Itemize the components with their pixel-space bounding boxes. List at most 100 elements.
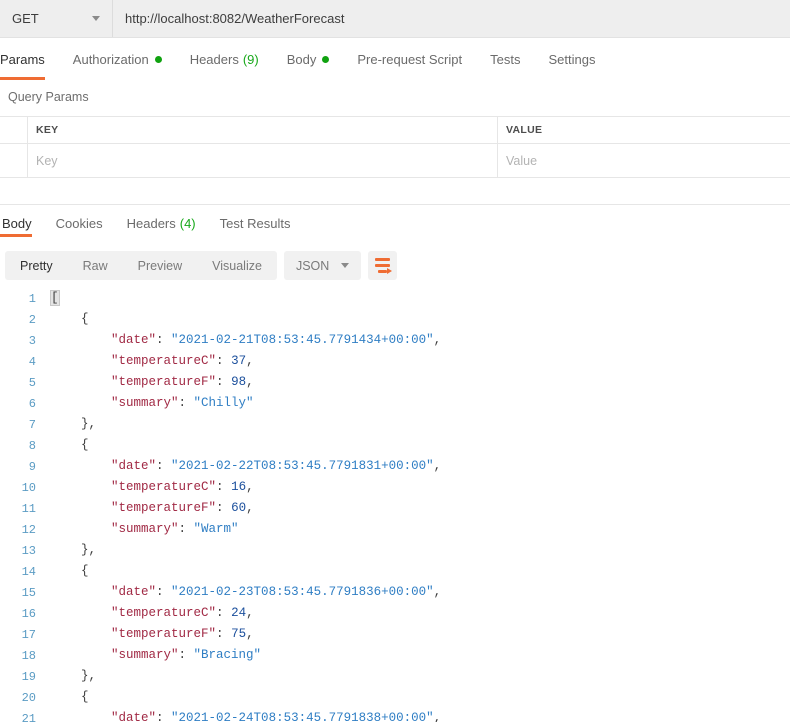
code-token [51,375,111,389]
code-content[interactable]: { [38,435,89,456]
response-tab-body[interactable]: Body [0,209,44,237]
code-content[interactable]: "date": "2021-02-23T08:53:45.7791836+00:… [38,582,441,603]
column-header-key: KEY [28,117,498,143]
code-content[interactable]: "date": "2021-02-21T08:53:45.7791434+00:… [38,330,441,351]
query-params-title: Query Params [8,90,89,104]
code-token: : [156,711,171,722]
tab-label: Params [0,52,45,67]
code-token: : [179,648,194,662]
response-view-group: PrettyRawPreviewVisualize [5,251,277,280]
code-content[interactable]: "summary": "Warm" [38,519,239,540]
tab-label: Settings [548,52,595,67]
response-format-toolbar: PrettyRawPreviewVisualize JSON [5,251,397,280]
response-view-visualize[interactable]: Visualize [197,251,277,280]
code-content[interactable]: }, [38,540,96,561]
code-line: 10 "temperatureC": 16, [0,477,790,498]
code-content[interactable]: "date": "2021-02-24T08:53:45.7791838+00:… [38,708,441,722]
column-header-value: VALUE [498,117,790,143]
code-token: "temperatureF" [111,627,216,641]
request-tab-authorization[interactable]: Authorization [59,39,176,80]
code-token [51,459,111,473]
table-header-row: KEY VALUE [0,117,790,144]
tab-label: Pre-request Script [357,52,462,67]
code-content[interactable]: "temperatureF": 98, [38,372,254,393]
request-tab-tests[interactable]: Tests [476,39,534,80]
code-content[interactable]: { [38,561,89,582]
code-line: 17 "temperatureF": 75, [0,624,790,645]
request-tab-pre-request-script[interactable]: Pre-request Script [343,39,476,80]
code-token: }, [51,417,96,431]
status-dot-icon [322,56,329,63]
code-content[interactable]: "summary": "Bracing" [38,645,261,666]
response-language-selector[interactable]: JSON [284,251,361,280]
tab-label: Test Results [220,216,291,231]
code-token [51,606,111,620]
row-checkbox-cell[interactable] [0,144,28,177]
response-tab-headers[interactable]: Headers(4) [115,209,208,237]
code-line: 8 { [0,435,790,456]
code-token: "date" [111,711,156,722]
code-token: 98 [231,375,246,389]
param-value-input[interactable]: Value [506,154,537,168]
select-all-checkbox-cell[interactable] [0,117,28,143]
code-token: : [156,585,171,599]
response-tab-test-results[interactable]: Test Results [208,209,303,237]
code-token: 75 [231,627,246,641]
code-content[interactable]: "date": "2021-02-22T08:53:45.7791831+00:… [38,456,441,477]
code-line: 2 { [0,309,790,330]
code-token: "Bracing" [194,648,262,662]
code-token: "date" [111,585,156,599]
code-line: 13 }, [0,540,790,561]
response-body-editor[interactable]: 1[2 {3 "date": "2021-02-21T08:53:45.7791… [0,288,790,722]
code-token [51,627,111,641]
chevron-down-icon [341,263,349,268]
code-content[interactable]: "summary": "Chilly" [38,393,254,414]
tab-label: Headers [190,52,239,67]
line-number: 6 [0,397,38,411]
param-key-input[interactable]: Key [36,154,58,168]
request-tab-settings[interactable]: Settings [534,39,609,80]
tab-label: Cookies [56,216,103,231]
code-token: : [216,501,231,515]
code-line: 16 "temperatureC": 24, [0,603,790,624]
request-tab-params[interactable]: Params [0,39,59,80]
code-token: , [434,333,442,347]
tab-label: Authorization [73,52,149,67]
tab-count-badge: (4) [180,216,196,231]
code-line: 18 "summary": "Bracing" [0,645,790,666]
code-content[interactable]: "temperatureF": 75, [38,624,254,645]
code-content[interactable]: "temperatureC": 24, [38,603,254,624]
code-content[interactable]: { [38,309,89,330]
code-token: 16 [231,480,246,494]
param-value-cell[interactable]: Value [498,144,790,177]
code-content[interactable]: }, [38,666,96,687]
panel-splitter[interactable] [0,204,790,205]
response-view-preview[interactable]: Preview [123,251,197,280]
code-token: "temperatureC" [111,480,216,494]
table-row: Key Value [0,144,790,178]
code-content[interactable]: "temperatureF": 60, [38,498,254,519]
http-method-selector[interactable]: GET [0,0,113,37]
line-number: 19 [0,670,38,684]
request-tab-headers[interactable]: Headers(9) [176,39,273,80]
request-tab-body[interactable]: Body [273,39,344,80]
line-number: 3 [0,334,38,348]
code-token: { [51,438,89,452]
param-key-cell[interactable]: Key [28,144,498,177]
code-token: { [51,564,89,578]
response-tab-cookies[interactable]: Cookies [44,209,115,237]
code-content[interactable]: "temperatureC": 16, [38,477,254,498]
code-content[interactable]: "temperatureC": 37, [38,351,254,372]
code-line: 20 { [0,687,790,708]
code-content[interactable]: { [38,687,89,708]
response-view-pretty[interactable]: Pretty [5,251,68,280]
code-content[interactable]: [ [38,288,59,309]
word-wrap-icon[interactable] [368,251,397,280]
code-token: "Warm" [194,522,239,536]
code-token: : [216,354,231,368]
code-content[interactable]: }, [38,414,96,435]
response-view-raw[interactable]: Raw [68,251,123,280]
code-line: 4 "temperatureC": 37, [0,351,790,372]
request-url-input[interactable]: http://localhost:8082/WeatherForecast [113,0,790,37]
code-token: , [246,375,254,389]
